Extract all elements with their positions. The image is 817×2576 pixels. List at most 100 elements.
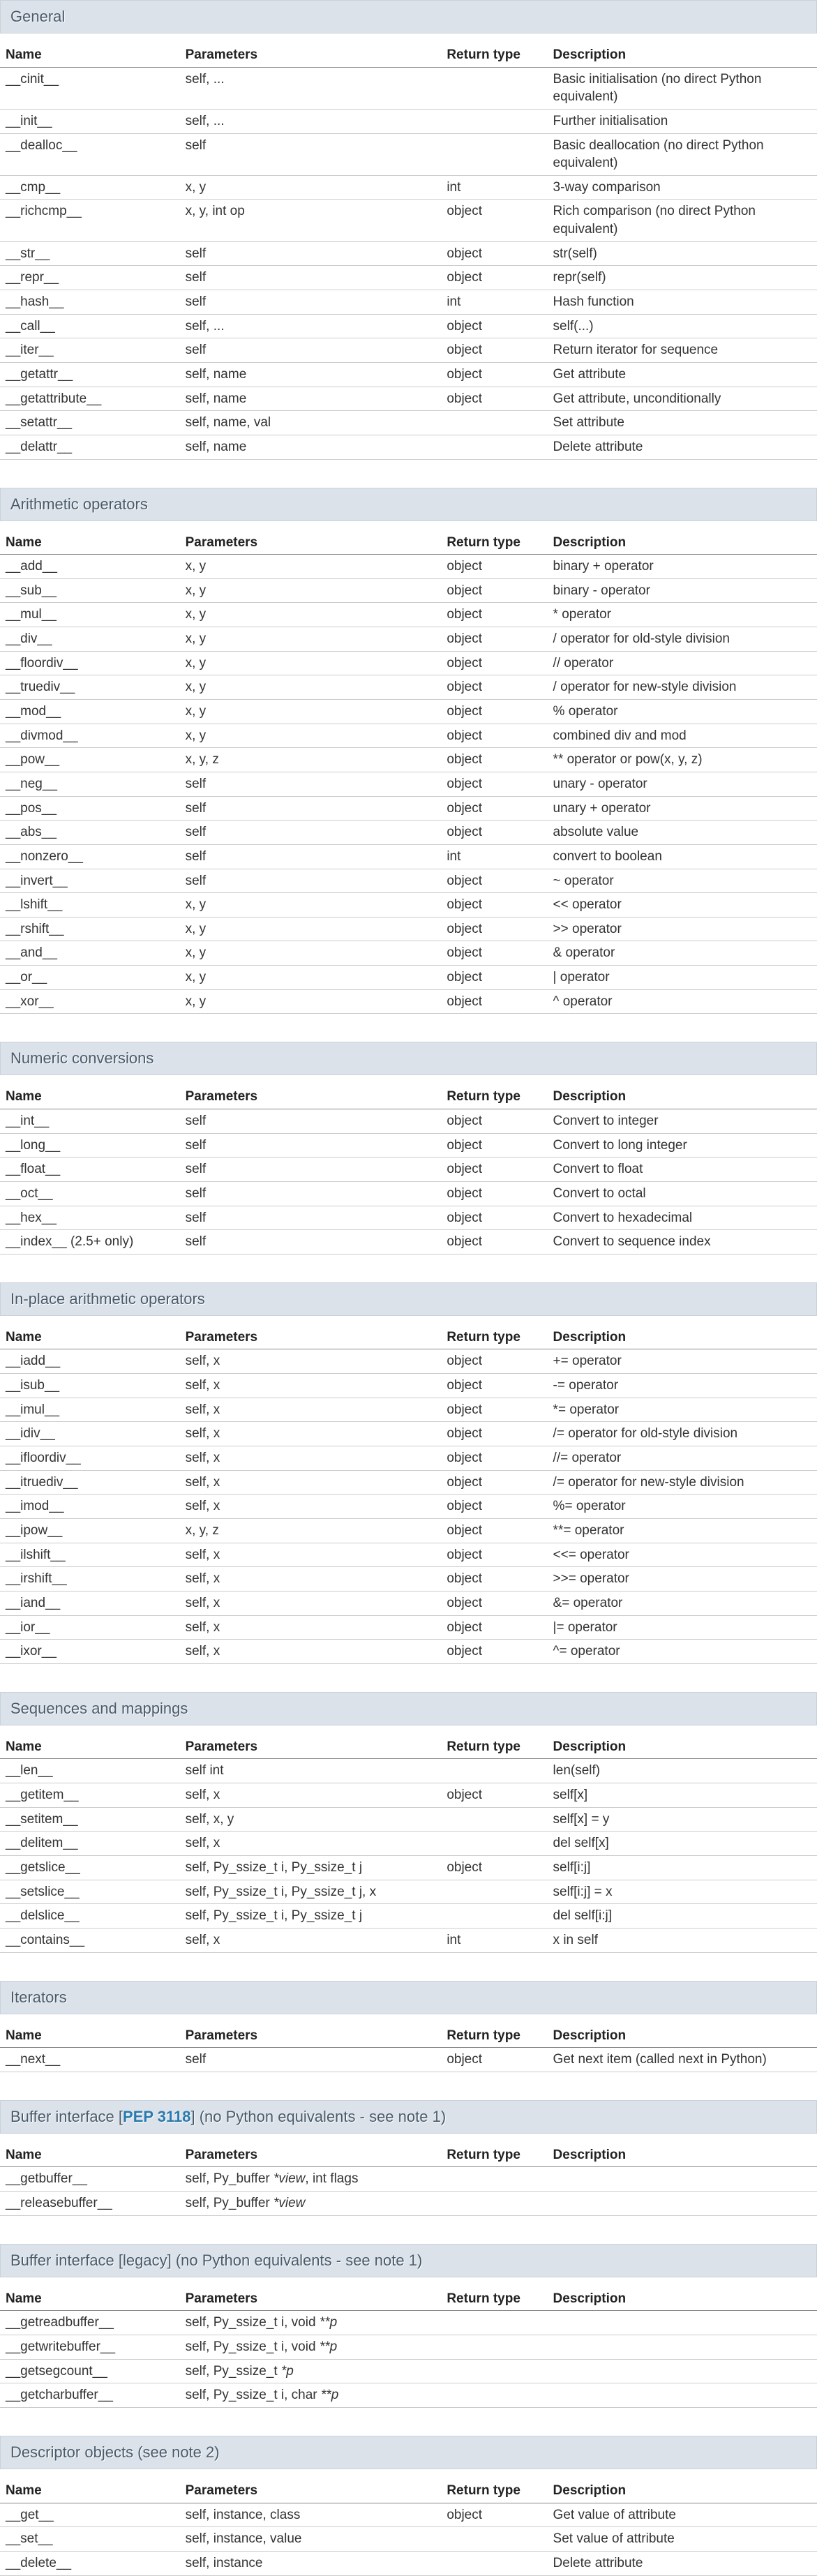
table-row: __getbuffer__self, Py_buffer *view, int … [0, 2167, 817, 2192]
method-desc: Convert to hexadecimal [548, 1206, 817, 1230]
column-header: Return type [441, 43, 547, 67]
method-params: self, instance, class [180, 2503, 442, 2527]
method-params: x, y [180, 893, 442, 918]
method-name: __next__ [0, 2048, 180, 2072]
pep-link[interactable]: PEP 3118 [123, 2108, 190, 2125]
column-header: Name [0, 1326, 180, 1349]
table-row: __getreadbuffer__self, Py_ssize_t i, voi… [0, 2311, 817, 2335]
method-name: __add__ [0, 555, 180, 579]
method-return: object [441, 1543, 547, 1567]
method-return [441, 411, 547, 435]
table-row: __truediv__x, yobject/ operator for new-… [0, 675, 817, 700]
method-return: object [441, 1591, 547, 1615]
method-desc: Delete attribute [548, 435, 817, 459]
table-row: __contains__self, xintx in self [0, 1928, 817, 1952]
method-return: object [441, 387, 547, 411]
table-row: __pos__selfobjectunary + operator [0, 796, 817, 821]
table-row: __getcharbuffer__self, Py_ssize_t i, cha… [0, 2383, 817, 2408]
method-desc: Get value of attribute [548, 2503, 817, 2527]
method-return: int [441, 175, 547, 200]
method-return: object [441, 1567, 547, 1592]
method-return: object [441, 1374, 547, 1398]
method-return: object [441, 1230, 547, 1255]
method-name: __mod__ [0, 700, 180, 724]
method-params: self [180, 796, 442, 821]
method-desc [548, 2383, 817, 2408]
method-desc: Get attribute, unconditionally [548, 387, 817, 411]
method-return: object [441, 1398, 547, 1422]
column-header: Description [548, 1735, 817, 1759]
method-desc [548, 2167, 817, 2192]
method-return: object [441, 700, 547, 724]
method-name: __setattr__ [0, 411, 180, 435]
method-desc: * operator [548, 603, 817, 627]
method-params: self, name [180, 387, 442, 411]
method-params: self [180, 338, 442, 363]
method-return: object [441, 966, 547, 990]
method-return: object [441, 578, 547, 603]
method-params: self [180, 844, 442, 869]
table-row: __nonzero__selfintconvert to boolean [0, 844, 817, 869]
method-name: __init__ [0, 109, 180, 133]
table-row: __call__self, ...objectself(...) [0, 314, 817, 338]
table-row: __mod__x, yobject% operator [0, 700, 817, 724]
method-desc: /= operator for new-style division [548, 1470, 817, 1495]
method-name: __abs__ [0, 821, 180, 845]
method-params: self [180, 241, 442, 266]
method-params: self [180, 266, 442, 290]
table-row: __oct__selfobjectConvert to octal [0, 1181, 817, 1206]
method-params: self, Py_ssize_t i, void **p [180, 2335, 442, 2360]
method-desc: str(self) [548, 241, 817, 266]
method-return [441, 2383, 547, 2408]
method-params: self [180, 772, 442, 796]
method-return: int [441, 290, 547, 315]
method-params: self [180, 1206, 442, 1230]
table-row: __setattr__self, name, valSet attribute [0, 411, 817, 435]
method-name: __delitem__ [0, 1832, 180, 1856]
method-return [441, 133, 547, 175]
method-desc: Convert to long integer [548, 1133, 817, 1158]
table-row: __str__selfobjectstr(self) [0, 241, 817, 266]
column-header: Description [548, 2479, 817, 2503]
table-row: __richcmp__x, y, int opobjectRich compar… [0, 200, 817, 241]
table-row: __iadd__self, xobject+= operator [0, 1349, 817, 1374]
column-header: Parameters [180, 2143, 442, 2167]
method-name: __or__ [0, 966, 180, 990]
table-row: __imod__self, xobject%= operator [0, 1495, 817, 1519]
table-row: __index__ (2.5+ only)selfobjectConvert t… [0, 1230, 817, 1255]
method-name: __invert__ [0, 869, 180, 893]
method-desc: >>= operator [548, 1567, 817, 1592]
method-desc: Get next item (called next in Python) [548, 2048, 817, 2072]
table-row: __getattr__self, nameobjectGet attribute [0, 362, 817, 387]
column-header: Description [548, 2143, 817, 2167]
table-row: __getslice__self, Py_ssize_t i, Py_ssize… [0, 1856, 817, 1880]
method-return: object [441, 869, 547, 893]
methods-table: NameParametersReturn typeDescription__ge… [0, 2143, 817, 2216]
method-desc: %= operator [548, 1495, 817, 1519]
table-row: __pow__x, y, zobject** operator or pow(x… [0, 748, 817, 772]
method-desc: | operator [548, 966, 817, 990]
method-params: x, y [180, 603, 442, 627]
table-row: __setslice__self, Py_ssize_t i, Py_ssize… [0, 1880, 817, 1904]
method-desc: // operator [548, 651, 817, 675]
method-name: __iadd__ [0, 1349, 180, 1374]
method-params: x, y [180, 675, 442, 700]
section-header: Descriptor objects (see note 2) [0, 2436, 817, 2469]
method-params: self, instance [180, 2551, 442, 2575]
table-row: __cinit__self, ...Basic initialisation (… [0, 67, 817, 109]
method-params: self [180, 869, 442, 893]
method-return [441, 2167, 547, 2192]
section-header: Buffer interface [legacy] (no Python equ… [0, 2244, 817, 2277]
table-row: __set__self, instance, valueSet value of… [0, 2527, 817, 2552]
table-row: __getsegcount__self, Py_ssize_t *p [0, 2359, 817, 2383]
method-desc: ^= operator [548, 1640, 817, 1664]
method-desc: unary - operator [548, 772, 817, 796]
section-header: In-place arithmetic operators [0, 1282, 817, 1316]
method-return: object [441, 821, 547, 845]
method-params: x, y [180, 724, 442, 748]
method-desc: x in self [548, 1928, 817, 1952]
column-header: Return type [441, 2143, 547, 2167]
method-params: x, y [180, 941, 442, 966]
method-return [441, 1832, 547, 1856]
method-name: __pos__ [0, 796, 180, 821]
